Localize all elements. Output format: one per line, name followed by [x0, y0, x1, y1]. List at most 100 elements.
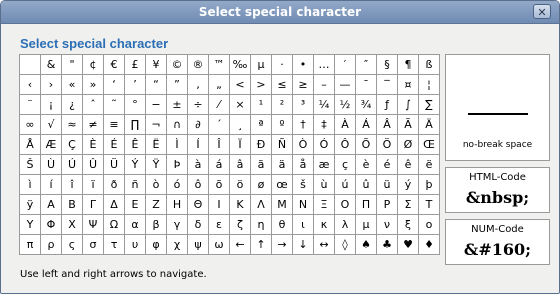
- character-cell[interactable]: õ: [208, 174, 230, 195]
- character-cell[interactable]: ≤: [271, 74, 293, 95]
- character-cell[interactable]: μ: [355, 214, 377, 235]
- character-cell[interactable]: ♣: [376, 234, 398, 255]
- title-bar[interactable]: Select special character ✕: [1, 1, 559, 24]
- character-cell[interactable]: ö: [229, 174, 251, 195]
- character-cell[interactable]: ": [61, 54, 83, 75]
- character-cell[interactable]: ♠: [355, 234, 377, 255]
- character-cell[interactable]: Ξ: [313, 194, 335, 215]
- character-cell[interactable]: ª: [250, 114, 272, 135]
- character-cell[interactable]: Â: [376, 114, 398, 135]
- character-cell[interactable]: ý: [397, 174, 419, 195]
- character-cell[interactable]: Ÿ: [145, 154, 167, 175]
- character-cell[interactable]: η: [250, 214, 272, 235]
- character-cell[interactable]: ã: [250, 154, 272, 175]
- character-cell[interactable]: à: [187, 154, 209, 175]
- character-cell[interactable]: Ω: [103, 214, 125, 235]
- character-cell[interactable]: →: [271, 234, 293, 255]
- character-cell[interactable]: ∫: [397, 94, 419, 115]
- character-cell[interactable]: Ο: [334, 194, 356, 215]
- character-cell[interactable]: τ: [103, 234, 125, 255]
- character-cell[interactable]: …: [313, 54, 335, 75]
- character-cell[interactable]: >: [250, 74, 272, 95]
- character-cell[interactable]: Δ: [103, 194, 125, 215]
- character-cell[interactable]: Ν: [292, 194, 314, 215]
- character-cell[interactable]: ‹: [19, 74, 41, 95]
- character-cell[interactable]: ”: [166, 74, 188, 95]
- character-cell[interactable]: ‚: [187, 74, 209, 95]
- character-cell[interactable]: Ý: [124, 154, 146, 175]
- character-cell[interactable]: ‰: [229, 54, 251, 75]
- character-cell[interactable]: Ô: [334, 134, 356, 155]
- character-cell[interactable]: Κ: [229, 194, 251, 215]
- character-cell[interactable]: <: [229, 74, 251, 95]
- character-cell[interactable]: ÷: [187, 94, 209, 115]
- character-cell[interactable]: Ù: [40, 154, 62, 175]
- character-cell[interactable]: ≥: [292, 74, 314, 95]
- character-cell[interactable]: Ú: [61, 154, 83, 175]
- character-cell[interactable]: β: [145, 214, 167, 235]
- character-cell[interactable]: ™: [208, 54, 230, 75]
- character-cell[interactable]: º: [271, 114, 293, 135]
- character-cell[interactable]: æ: [313, 154, 335, 175]
- character-cell[interactable]: υ: [124, 234, 146, 255]
- character-cell[interactable]: ↔: [313, 234, 335, 255]
- character-cell[interactable]: ¼: [313, 94, 335, 115]
- character-cell[interactable]: ″: [355, 54, 377, 75]
- character-cell[interactable]: Ç: [61, 134, 83, 155]
- character-cell[interactable]: ¾: [355, 94, 377, 115]
- character-cell[interactable]: ¥: [145, 54, 167, 75]
- character-cell[interactable]: ζ: [229, 214, 251, 235]
- character-cell[interactable]: þ: [418, 174, 440, 195]
- character-cell[interactable]: Ï: [229, 134, 251, 155]
- character-cell[interactable]: ê: [397, 154, 419, 175]
- character-cell[interactable]: ∞: [19, 114, 41, 135]
- character-cell[interactable]: Ζ: [145, 194, 167, 215]
- character-cell[interactable]: ð: [103, 174, 125, 195]
- character-cell[interactable]: ψ: [187, 234, 209, 255]
- character-cell[interactable]: ¯: [355, 74, 377, 95]
- character-cell[interactable]: é: [376, 154, 398, 175]
- character-cell[interactable]: φ: [145, 234, 167, 255]
- character-cell[interactable]: ι: [292, 214, 314, 235]
- character-cell[interactable]: û: [355, 174, 377, 195]
- character-cell[interactable]: Æ: [40, 134, 62, 155]
- character-cell[interactable]: Ä: [418, 114, 440, 135]
- character-cell[interactable]: ‾: [376, 74, 398, 95]
- character-cell[interactable]: γ: [166, 214, 188, 235]
- character-cell[interactable]: ∂: [187, 114, 209, 135]
- character-cell[interactable]: Λ: [250, 194, 272, 215]
- character-cell[interactable]: ò: [145, 174, 167, 195]
- character-cell[interactable]: α: [124, 214, 146, 235]
- character-cell[interactable]: Á: [355, 114, 377, 135]
- character-cell[interactable]: σ: [82, 234, 104, 255]
- character-cell[interactable]: Ê: [124, 134, 146, 155]
- character-cell[interactable]: è: [355, 154, 377, 175]
- character-cell[interactable]: å: [292, 154, 314, 175]
- character-cell[interactable]: ‡: [313, 114, 335, 135]
- character-cell[interactable]: á: [208, 154, 230, 175]
- character-cell[interactable]: „: [208, 74, 230, 95]
- character-cell[interactable]: •: [292, 54, 314, 75]
- character-cell[interactable]: Η: [166, 194, 188, 215]
- character-cell[interactable]: ¶: [397, 54, 419, 75]
- character-cell[interactable]: Ë: [145, 134, 167, 155]
- character-cell[interactable]: í: [40, 174, 62, 195]
- character-cell[interactable]: ß: [418, 54, 440, 75]
- character-cell[interactable]: Ñ: [271, 134, 293, 155]
- character-cell[interactable]: Ø: [397, 134, 419, 155]
- character-cell[interactable]: Β: [61, 194, 83, 215]
- character-cell[interactable]: ↑: [250, 234, 272, 255]
- character-cell[interactable]: Φ: [40, 214, 62, 235]
- character-cell[interactable]: λ: [334, 214, 356, 235]
- character-cell[interactable]: Μ: [271, 194, 293, 215]
- character-cell[interactable]: ²: [271, 94, 293, 115]
- character-cell[interactable]: Ρ: [376, 194, 398, 215]
- character-cell[interactable]: ≠: [82, 114, 104, 135]
- character-cell[interactable]: ς: [61, 234, 83, 255]
- character-cell[interactable]: ›: [40, 74, 62, 95]
- character-cell[interactable]: ®: [187, 54, 209, 75]
- character-cell[interactable]: ë: [418, 154, 440, 175]
- character-cell[interactable]: Š: [19, 154, 41, 175]
- character-cell[interactable]: ∩: [166, 114, 188, 135]
- character-cell[interactable]: Å: [19, 134, 41, 155]
